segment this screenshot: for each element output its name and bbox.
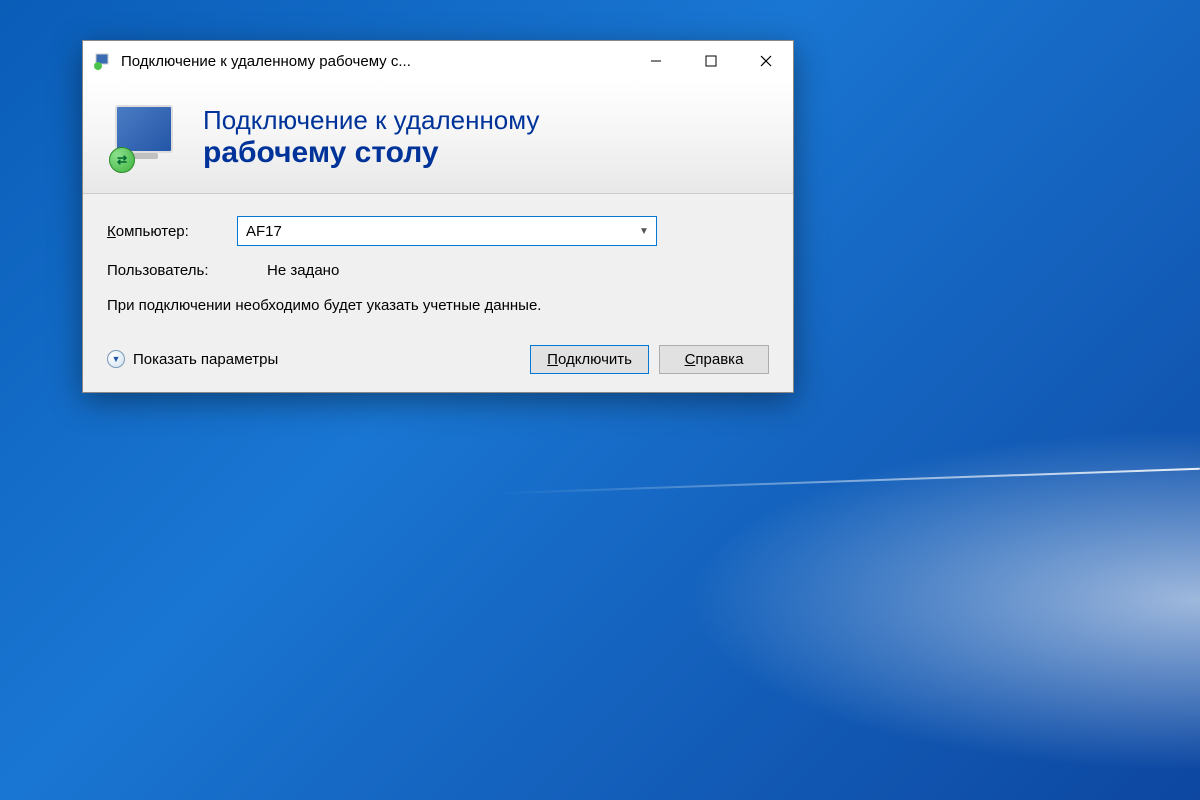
window-title: Подключение к удаленному рабочему с... xyxy=(121,53,628,70)
show-options-link[interactable]: ▼ Показать параметры xyxy=(107,350,278,368)
titlebar[interactable]: Подключение к удаленному рабочему с... xyxy=(83,41,793,81)
help-button[interactable]: Справка xyxy=(659,345,769,374)
user-label: Пользователь: xyxy=(107,262,237,279)
close-icon xyxy=(760,55,772,67)
computer-field-row: Компьютер: ▼ xyxy=(107,216,769,246)
minimize-icon xyxy=(650,55,662,67)
banner-text: Подключение к удаленному рабочему столу xyxy=(203,105,539,170)
user-value: Не задано xyxy=(267,262,339,279)
minimize-button[interactable] xyxy=(628,41,683,81)
connect-button[interactable]: Подключить xyxy=(530,345,649,374)
expand-down-icon: ▼ xyxy=(107,350,125,368)
rdp-titlebar-icon xyxy=(93,51,113,71)
computer-combobox[interactable]: ▼ xyxy=(237,216,657,246)
desktop-ray-effect xyxy=(500,468,1200,494)
banner-title-line2: рабочему столу xyxy=(203,136,539,170)
content-area: Компьютер: ▼ Пользователь: Не задано При… xyxy=(83,194,793,392)
computer-label: Компьютер: xyxy=(107,223,237,240)
rdp-logo-icon: ⇄ xyxy=(107,99,183,175)
user-field-row: Пользователь: Не задано xyxy=(107,262,769,279)
close-button[interactable] xyxy=(738,41,793,81)
chevron-down-icon[interactable]: ▼ xyxy=(632,217,656,245)
rdp-dialog-window: Подключение к удаленному рабочему с... ⇄… xyxy=(82,40,794,393)
header-banner: ⇄ Подключение к удаленному рабочему стол… xyxy=(83,81,793,194)
maximize-button[interactable] xyxy=(683,41,738,81)
window-controls xyxy=(628,41,793,81)
banner-title-line1: Подключение к удаленному xyxy=(203,105,539,136)
maximize-icon xyxy=(705,55,717,67)
bottom-row: ▼ Показать параметры Подключить Справка xyxy=(107,345,769,374)
computer-input[interactable] xyxy=(238,217,632,245)
credentials-hint: При подключении необходимо будет указать… xyxy=(107,295,769,317)
desktop-light-effect xyxy=(600,400,1200,800)
